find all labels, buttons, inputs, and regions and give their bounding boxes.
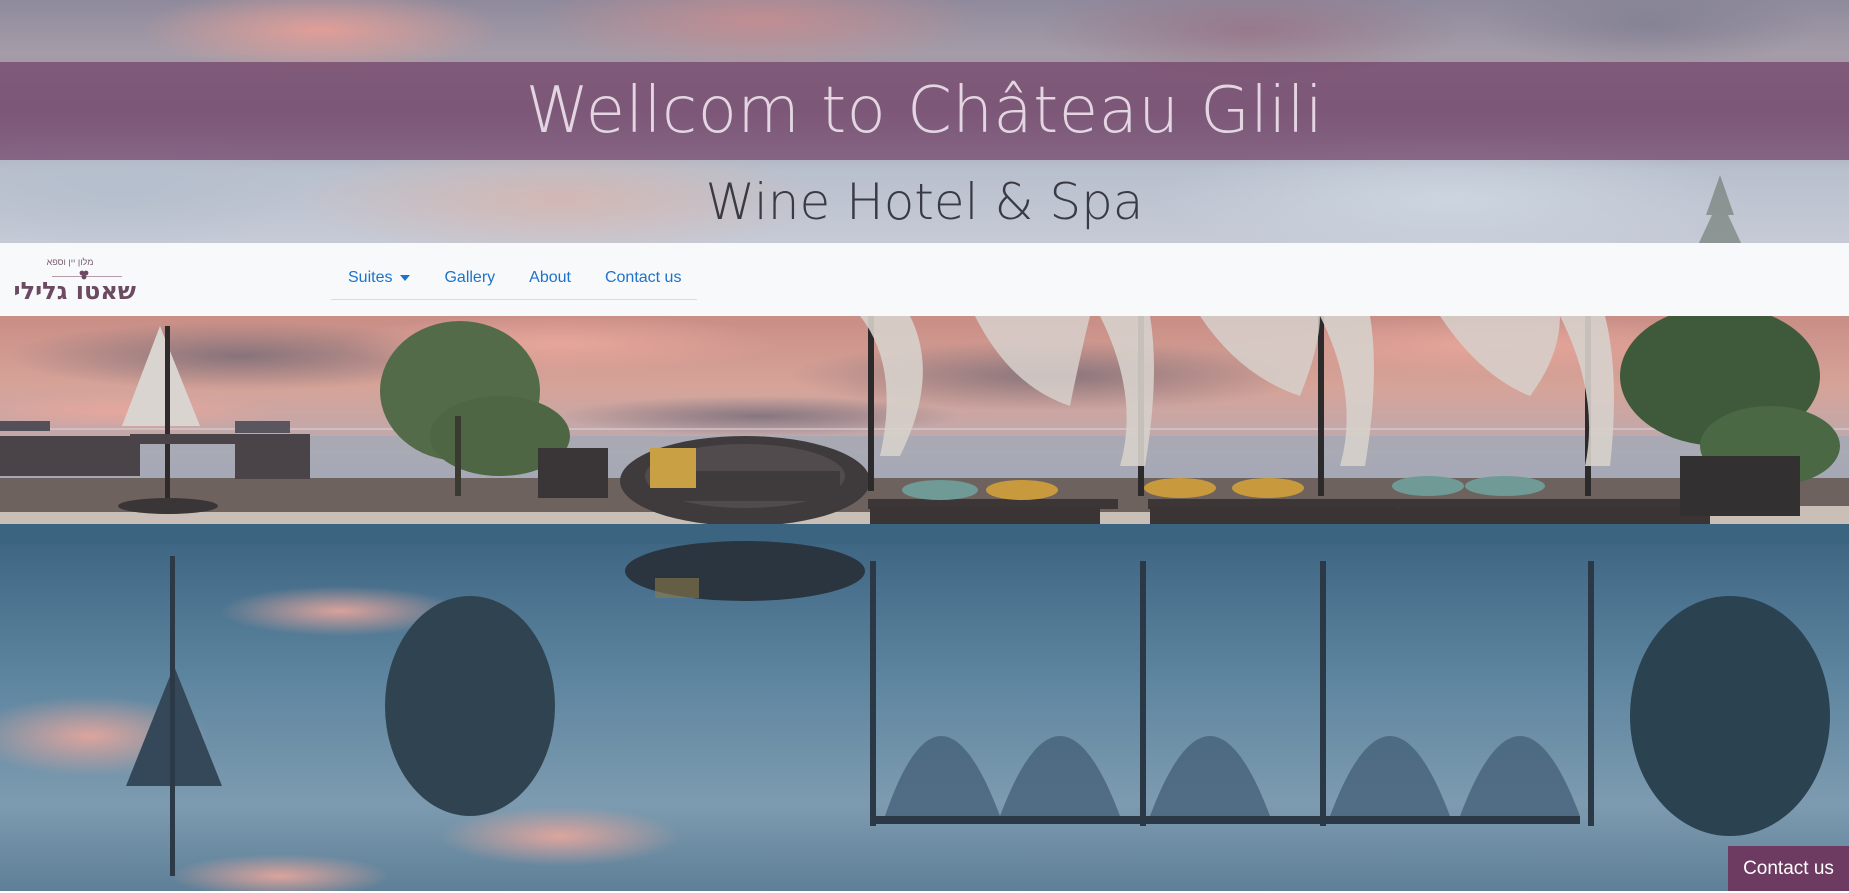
nav-item-label: Suites <box>348 269 393 286</box>
logo[interactable]: מלון יין וספא שאטו גלילי <box>14 257 136 307</box>
nav-item-label: Contact us <box>604 269 682 286</box>
nav-menu: Suites Gallery About Contact us <box>331 257 698 300</box>
nav-item-gallery[interactable]: Gallery <box>444 269 495 287</box>
floating-contact-button[interactable]: Contact us <box>1728 846 1849 891</box>
pool-photo-icon <box>0 316 1849 891</box>
logo-name: שאטו גלילי <box>13 277 136 305</box>
navbar: מלון יין וספא שאטו גלילי Suites Gallery … <box>0 243 1849 316</box>
nav-item-suites[interactable]: Suites <box>348 269 411 287</box>
page-title: Wellcom to Château Glili <box>525 74 1324 148</box>
caret-down-icon <box>400 275 411 281</box>
page-subtitle: Wine Hotel & Spa <box>705 172 1144 231</box>
hero-image <box>0 316 1849 891</box>
logo-tagline: מלון יין וספא <box>46 257 94 267</box>
title-band: Wellcom to Château Glili <box>0 62 1849 160</box>
subtitle-band: Wine Hotel & Spa <box>0 160 1849 243</box>
header-banner: Wellcom to Château Glili Wine Hotel & Sp… <box>0 0 1849 243</box>
nav-item-label: Gallery <box>444 269 496 286</box>
nav-item-contact[interactable]: Contact us <box>605 269 681 287</box>
nav-item-label: About <box>529 269 571 286</box>
nav-item-about[interactable]: About <box>529 269 571 287</box>
